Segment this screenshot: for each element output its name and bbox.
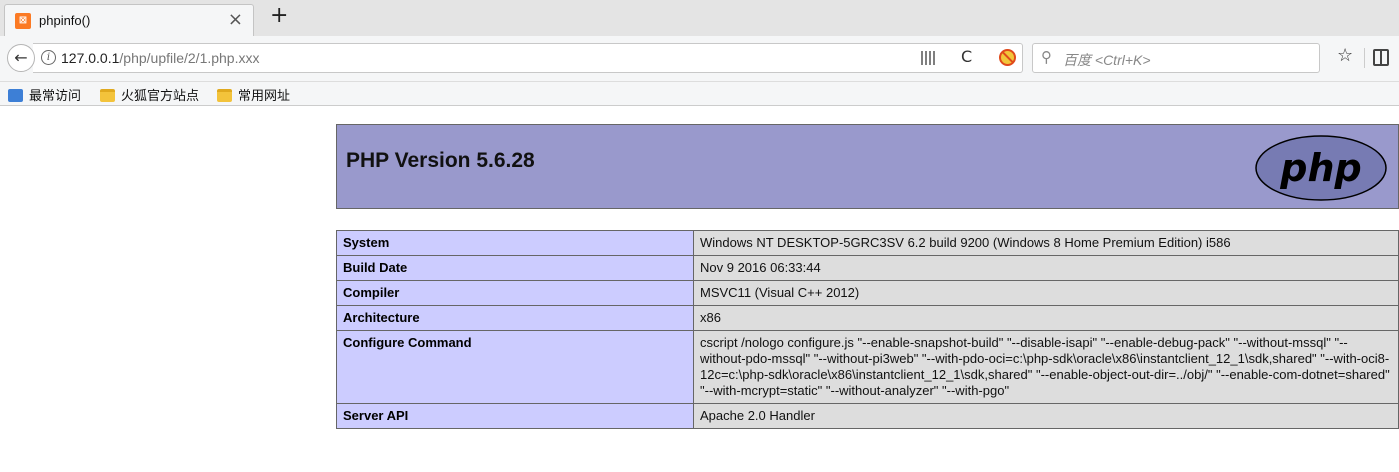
search-input[interactable]: ⚲ 百度 <Ctrl+K> [1032,43,1320,73]
bookmark-common-sites[interactable]: 常用网址 [217,85,290,103]
row-value: cscript /nologo configure.js "--enable-s… [693,330,1399,404]
back-arrow-icon[interactable]: ← [7,44,35,72]
row-value: x86 [693,305,1399,331]
bookmark-label: 火狐官方站点 [121,88,200,103]
navigation-toolbar: i 127.0.0.1/php/upfile/2/1.php.xxx C ← ⚲… [0,36,1399,82]
url-host: 127.0.0.1 [61,50,120,66]
xampp-favicon-icon: ⊠ [15,13,31,29]
search-placeholder: 百度 <Ctrl+K> [1063,52,1151,68]
php-logo-icon[interactable]: php [1254,134,1388,202]
bookmarks-toolbar: 最常访问 火狐官方站点 常用网址 [0,82,1399,106]
folder-icon [100,89,115,102]
row-key: Configure Command [336,330,694,404]
close-tab-icon[interactable]: × [228,9,243,30]
row-value: MSVC11 (Visual C++ 2012) [693,280,1399,306]
php-version-header: PHP Version 5.6.28 php [336,124,1399,209]
row-key: Architecture [336,305,694,331]
url-path: /php/upfile/2/1.php.xxx [119,50,260,66]
new-tab-button[interactable]: + [270,3,288,28]
row-key: Compiler [336,280,694,306]
row-key: System [336,230,694,256]
table-row: Build Date Nov 9 2016 06:33:44 [336,255,1399,281]
table-row: System Windows NT DESKTOP-5GRC3SV 6.2 bui… [336,230,1399,256]
address-bar[interactable]: i 127.0.0.1/php/upfile/2/1.php.xxx C [33,43,1023,73]
qr-code-icon[interactable] [921,51,935,65]
row-value: Nov 9 2016 06:33:44 [693,255,1399,281]
toolbar-separator [1364,48,1365,68]
bookmark-label: 常用网址 [238,88,291,103]
table-row: Compiler MSVC11 (Visual C++ 2012) [336,280,1399,306]
bookmark-globe-icon [8,89,23,102]
page-title: PHP Version 5.6.28 [346,149,535,172]
info-icon[interactable]: i [41,50,56,65]
bookmark-most-visited[interactable]: 最常访问 [8,85,81,103]
bookmark-label: 最常访问 [29,88,82,103]
search-icon: ⚲ [1041,48,1052,66]
row-value: Windows NT DESKTOP-5GRC3SV 6.2 build 920… [693,230,1399,256]
bookmark-firefox-sites[interactable]: 火狐官方站点 [100,85,199,103]
row-key: Build Date [336,255,694,281]
php-logo-text: php [1279,146,1361,190]
tab-strip: ⊠ phpinfo() × + [0,0,1399,36]
row-key: Server API [336,403,694,429]
reload-icon[interactable]: C [961,47,972,66]
folder-icon [217,89,232,102]
table-row: Architecture x86 [336,305,1399,331]
url-text[interactable]: 127.0.0.1/php/upfile/2/1.php.xxx [61,50,260,66]
table-row: Server API Apache 2.0 Handler [336,403,1399,429]
table-row: Configure Command cscript /nologo configu… [336,330,1399,404]
php-info-table: System Windows NT DESKTOP-5GRC3SV 6.2 bui… [336,230,1399,429]
reading-list-icon[interactable] [1373,49,1389,66]
bookmark-star-icon[interactable]: ☆ [1337,45,1353,66]
block-icon[interactable] [999,49,1016,66]
tab-title: phpinfo() [39,13,91,28]
row-value: Apache 2.0 Handler [693,403,1399,429]
tab-phpinfo[interactable]: ⊠ phpinfo() × [4,4,254,36]
